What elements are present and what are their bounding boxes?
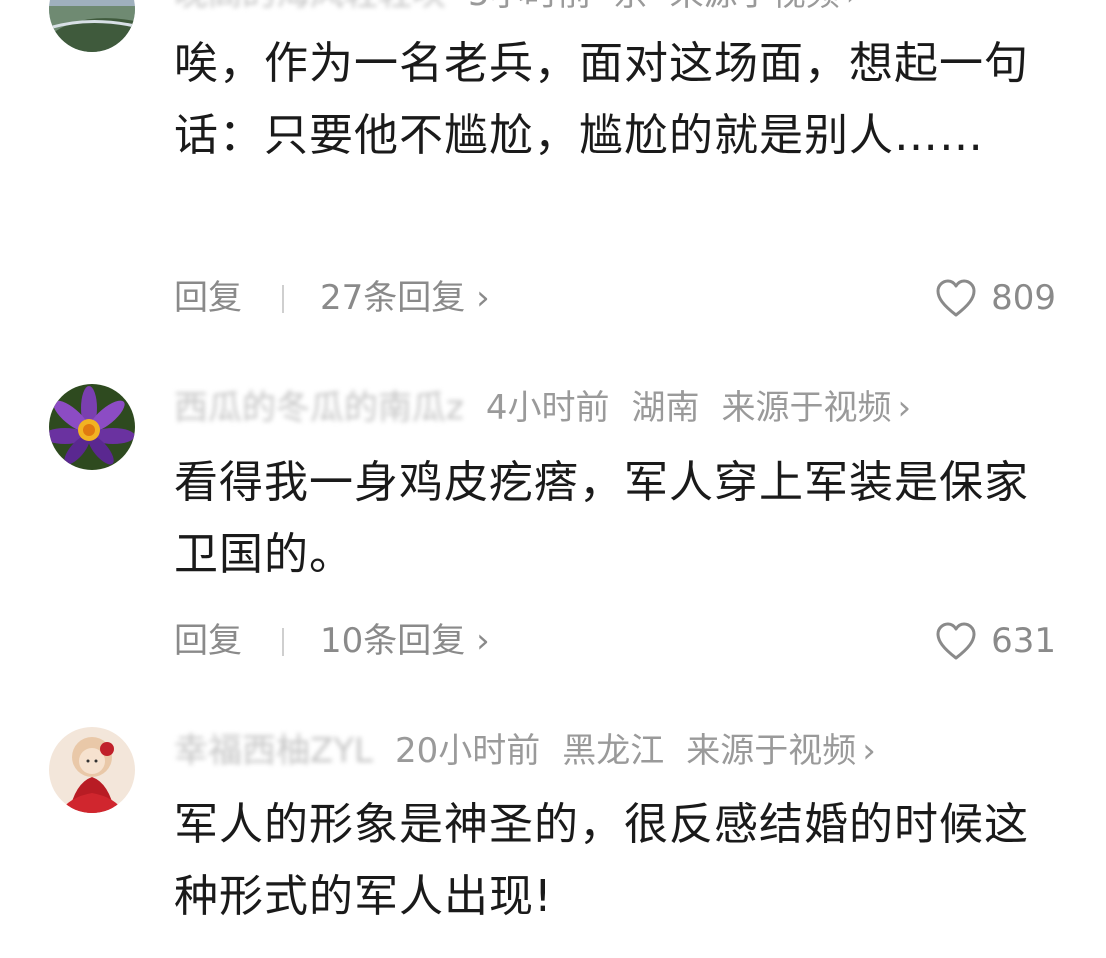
chevron-right-icon: › bbox=[862, 731, 876, 771]
username[interactable]: 西瓜的冬瓜的南瓜z bbox=[174, 386, 464, 430]
like-count: 631 bbox=[991, 621, 1056, 661]
avatar[interactable] bbox=[49, 727, 135, 813]
comment-location: 京 bbox=[614, 0, 648, 14]
divider bbox=[282, 285, 284, 313]
comment-actions: 回复 10条回复 › 631 bbox=[174, 616, 1056, 666]
username[interactable]: 晚高的海风轻轻吹 bbox=[174, 0, 446, 16]
chevron-right-icon: › bbox=[897, 388, 912, 428]
chevron-right-icon: › bbox=[476, 278, 490, 318]
heart-outline-icon bbox=[936, 622, 976, 660]
like-count: 809 bbox=[991, 278, 1056, 318]
view-replies-link[interactable]: 27条回复 › bbox=[320, 273, 490, 323]
like-button[interactable]: 809 bbox=[935, 273, 1056, 323]
reply-button[interactable]: 回复 bbox=[174, 273, 242, 323]
comment-meta: 晚高的海风轻轻吹 5小时前 京 来源于视频 › bbox=[174, 0, 859, 16]
view-replies-link[interactable]: 10条回复 › bbox=[320, 616, 490, 666]
comment-time: 20小时前 bbox=[395, 731, 541, 771]
divider bbox=[282, 628, 284, 656]
username[interactable]: 幸福西柚ZYL bbox=[174, 729, 373, 773]
reply-button[interactable]: 回复 bbox=[174, 616, 242, 666]
comment-location: 湖南 bbox=[631, 388, 700, 428]
comment-meta: 幸福西柚ZYL 20小时前 黑龙江 来源于视频 › bbox=[174, 729, 876, 773]
comment-time: 4小时前 bbox=[485, 388, 610, 428]
source-link[interactable]: 来源于视频 bbox=[670, 0, 840, 14]
heart-outline-icon bbox=[936, 279, 976, 317]
comment-actions: 回复 27条回复 › 809 bbox=[174, 273, 1056, 323]
chevron-right-icon: › bbox=[846, 0, 860, 14]
source-link[interactable]: 来源于视频 bbox=[722, 388, 892, 428]
like-button[interactable]: 631 bbox=[935, 616, 1056, 666]
comment-time: 5小时前 bbox=[468, 0, 592, 14]
comment-text: 看得我一身鸡皮疙瘩，军人穿上军装是保家卫国的。 bbox=[174, 457, 1029, 580]
comment-location: 黑龙江 bbox=[562, 731, 665, 771]
chevron-right-icon: › bbox=[476, 621, 490, 661]
comment-text: 军人的形象是神圣的，很反感结婚的时候这种形式的军人出现! bbox=[174, 799, 1029, 922]
source-link[interactable]: 来源于视频 bbox=[686, 731, 856, 771]
comment-meta: 西瓜的冬瓜的南瓜z 4小时前 湖南 来源于视频 › bbox=[174, 386, 911, 430]
comment-text: 唉，作为一名老兵，面对这场面，想起一句话：只要他不尴尬，尴尬的就是别人…… bbox=[174, 38, 1029, 161]
avatar[interactable] bbox=[49, 384, 135, 470]
avatar[interactable] bbox=[49, 0, 135, 52]
